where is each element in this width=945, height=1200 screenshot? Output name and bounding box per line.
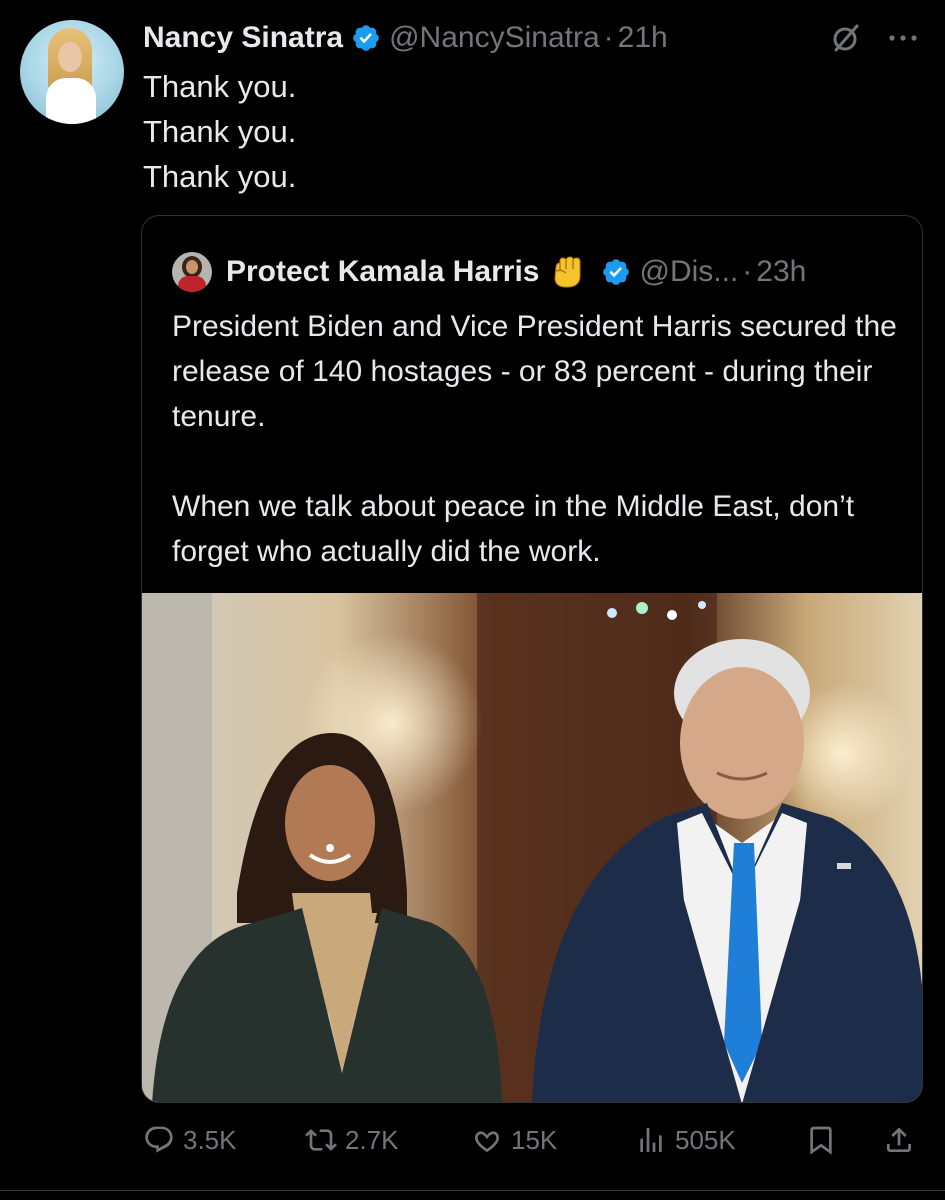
reply-count: 3.5K [183, 1124, 237, 1155]
avatar-body [46, 78, 96, 124]
tweet-text-line: Thank you. [143, 114, 297, 149]
tweet-timestamp[interactable]: 21h [618, 21, 668, 55]
quoted-tweet[interactable]: Protect Kamala Harris @Dis... · 23h Pres… [141, 215, 923, 1103]
reply-icon [145, 1126, 173, 1153]
tweet-text: Thank you. Thank you. Thank you. [143, 64, 296, 199]
quoted-author-name[interactable]: Protect Kamala Harris [226, 255, 539, 289]
bookmark-icon [810, 1126, 832, 1155]
like-icon [475, 1131, 499, 1153]
author-avatar[interactable] [20, 20, 124, 124]
more-icon[interactable] [885, 22, 921, 54]
quoted-tweet-timestamp[interactable]: 23h [756, 255, 806, 289]
like-button[interactable]: 15K [471, 1118, 557, 1162]
raised-fist-emoji-icon [554, 256, 581, 288]
quoted-tweet-header: Protect Kamala Harris @Dis... · 23h [172, 252, 806, 292]
share-button[interactable] [883, 1118, 923, 1162]
author-handle[interactable]: @NancySinatra [389, 21, 600, 55]
photo-illustration [142, 593, 922, 1102]
quoted-tweet-paragraph: President Biden and Vice President Harri… [172, 310, 897, 433]
share-icon [887, 1127, 911, 1152]
author-name[interactable]: Nancy Sinatra [143, 21, 343, 55]
grok-icon[interactable] [830, 22, 862, 54]
tweet[interactable]: Nancy Sinatra @NancySinatra · 21h Thank … [0, 0, 945, 1200]
quoted-avatar-face [186, 260, 198, 274]
verified-badge-icon [603, 259, 630, 285]
repost-count: 2.7K [345, 1124, 399, 1155]
quoted-author-avatar[interactable] [172, 252, 212, 292]
quoted-tweet-text: President Biden and Vice President Harri… [172, 304, 902, 574]
repost-button[interactable]: 2.7K [305, 1118, 399, 1162]
views-button[interactable]: 505K [635, 1118, 736, 1162]
bookmark-button[interactable] [805, 1118, 845, 1162]
tweet-divider [0, 1190, 945, 1191]
header-separator: · [603, 21, 614, 54]
avatar-face [58, 42, 82, 72]
quoted-tweet-photo[interactable] [142, 593, 922, 1102]
quoted-avatar-body [178, 276, 206, 292]
like-count: 15K [511, 1124, 558, 1155]
reply-button[interactable]: 3.5K [143, 1118, 237, 1162]
repost-icon [305, 1129, 337, 1151]
quoted-author-handle[interactable]: @Dis... [639, 255, 738, 289]
verified-badge-icon [353, 25, 379, 51]
tweet-text-line: Thank you. [143, 69, 297, 104]
tweet-actions: 3.5K 2.7K 15K 505K [143, 1118, 925, 1162]
tweet-header: Nancy Sinatra @NancySinatra · 21h [143, 18, 668, 58]
views-icon [640, 1128, 662, 1152]
quoted-header-separator: · [742, 255, 753, 288]
quoted-tweet-paragraph: When we talk about peace in the Middle E… [172, 490, 855, 568]
tweet-text-line: Thank you. [143, 159, 297, 194]
views-count: 505K [675, 1124, 736, 1155]
